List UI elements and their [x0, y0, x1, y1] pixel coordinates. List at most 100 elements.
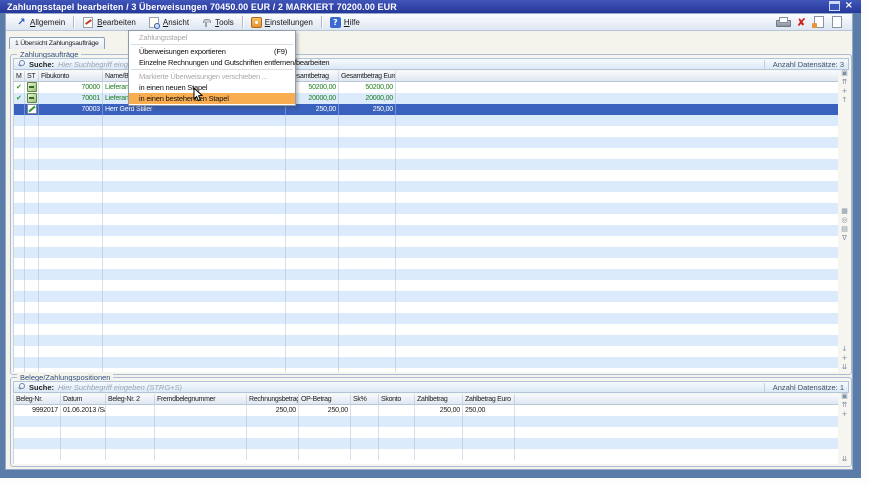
tab-bar: 1 Übersicht Zahlungsaufträge [9, 37, 105, 49]
menu-item-zahlungsstapel: Zahlungsstapel [129, 32, 295, 43]
column-header-fibukonto[interactable]: Fibukonto [39, 71, 103, 82]
table-row-empty[interactable] [14, 181, 838, 192]
menu-separator [131, 69, 293, 70]
grid-view-icon[interactable]: ▦ [841, 207, 848, 216]
new-document-icon[interactable] [832, 16, 842, 28]
table-row-empty[interactable] [14, 449, 838, 460]
table-row-empty[interactable] [14, 148, 838, 159]
table-row-empty[interactable] [14, 247, 838, 258]
positions-groupbox: Belege/Zahlungspositionen Suche: Hier Su… [10, 377, 852, 467]
menu-einstellungen[interactable]: Einstellungen [245, 16, 319, 29]
scroll-down-icon[interactable]: ↓ [842, 345, 848, 354]
search-icon [18, 383, 26, 391]
column-header-rechnungsbetrag[interactable]: Rechnungsbetrag [247, 394, 299, 405]
table-row-empty[interactable] [14, 291, 838, 302]
menu-item-ueberweisungen-exportieren[interactable]: Überweisungen exportieren (F9) [129, 46, 295, 57]
column-header-datum[interactable]: Datum [61, 394, 106, 405]
edit-icon [83, 17, 93, 28]
table-row-empty[interactable] [14, 115, 838, 126]
column-header-gesamtbetrag-euro[interactable]: Gesamtbetrag Euro [339, 71, 396, 82]
insert-row-icon[interactable]: + [842, 87, 848, 96]
table-row-empty[interactable] [14, 214, 838, 225]
tab-uebersicht-zahlungsauftraege[interactable]: 1 Übersicht Zahlungsaufträge [9, 37, 105, 49]
scroll-top-icon[interactable]: ⇈ [842, 78, 848, 87]
column-header-st[interactable]: ST [25, 71, 39, 82]
paste-document-icon[interactable] [814, 16, 824, 28]
table-row-empty[interactable] [14, 258, 838, 269]
payments-table-rows: ✔ 70000 Lieferant Inland 50200,00 50200,… [14, 82, 838, 372]
menu-ansicht[interactable]: Ansicht [142, 16, 195, 29]
table-row-empty[interactable] [14, 225, 838, 236]
column-header-beleg-nr[interactable]: Beleg-Nr. [14, 394, 61, 405]
table-row-empty[interactable] [14, 302, 838, 313]
menu-separator [131, 44, 293, 45]
append-row-icon[interactable]: + [842, 354, 848, 363]
table-row-empty[interactable] [14, 335, 838, 346]
table-row-empty[interactable] [14, 236, 838, 247]
application-window: Zahlungsstapel bearbeiten / 3 Überweisun… [0, 0, 869, 484]
scroll-up-icon[interactable]: ↑ [842, 96, 848, 105]
print-icon[interactable] [776, 17, 789, 27]
marked-check-icon: ✔ [16, 83, 22, 91]
filter-icon[interactable]: ∇ [842, 234, 847, 243]
menu-tools[interactable]: Tools [195, 16, 240, 29]
table-row-empty[interactable] [14, 368, 838, 372]
positions-table: Beleg-Nr. Datum Beleg-Nr. 2 Fremdbelegnu… [13, 394, 838, 464]
table-row-empty[interactable] [14, 427, 838, 438]
transfer-status-icon [27, 82, 37, 92]
table-corner-icon[interactable]: ▣ [841, 392, 848, 401]
menu-allgemein[interactable]: ↗ Allgemein [10, 16, 71, 29]
help-icon: ? [330, 17, 341, 28]
column-header-m[interactable]: M [14, 71, 25, 82]
row-view-icon[interactable]: ▤ [841, 225, 848, 234]
table-row-empty[interactable] [14, 280, 838, 291]
table-row-empty[interactable] [14, 170, 838, 181]
menu-bearbeiten[interactable]: Bearbeiten [76, 16, 142, 29]
column-header-fremdbelegnummer[interactable]: Fremdbelegnummer [155, 394, 247, 405]
table-row[interactable]: 9992017 01.06.2013 /Sa 250,00 250,00 250… [14, 405, 838, 416]
positions-search-input[interactable]: Hier Suchbegriff eingeben (STRG+S) [58, 383, 764, 392]
column-header-sk-prozent[interactable]: Sk% [351, 394, 379, 405]
table-row-empty[interactable] [14, 313, 838, 324]
scroll-bottom-icon[interactable]: ⇊ [842, 455, 848, 464]
view-icon [149, 17, 159, 28]
settings-icon [251, 17, 262, 28]
table-row-empty[interactable] [14, 203, 838, 214]
column-header-zahlbetrag[interactable]: Zahlbetrag [415, 394, 463, 405]
toolbar-separator [321, 16, 322, 28]
delete-icon[interactable]: ✘ [797, 17, 806, 28]
table-row-empty[interactable] [14, 269, 838, 280]
table-row-empty[interactable] [14, 324, 838, 335]
column-header-skonto[interactable]: Skonto [379, 394, 415, 405]
table-row-empty[interactable] [14, 159, 838, 170]
transfer-status-icon [27, 93, 37, 103]
toolbar-separator [242, 16, 243, 28]
insert-row-icon[interactable]: + [842, 410, 848, 419]
table-search-icon[interactable]: ◎ [841, 216, 847, 225]
menu-hilfe[interactable]: ? Hilfe [324, 16, 366, 29]
toolbar-separator [73, 16, 74, 28]
menu-item-neuer-stapel[interactable]: in einen neuen Stapel [129, 82, 295, 93]
table-corner-icon[interactable]: ▣ [841, 69, 848, 78]
table-row-empty[interactable] [14, 126, 838, 137]
table-row-empty[interactable] [14, 357, 838, 368]
close-window-icon[interactable]: × [845, 1, 853, 11]
restore-window-icon[interactable] [829, 1, 840, 11]
menu-item-bestehender-stapel[interactable]: in einen bestehenden Stapel [129, 93, 295, 104]
positions-side-toolbar: ▣ ⇈ + ⇊ [839, 392, 850, 464]
table-row-empty[interactable] [14, 192, 838, 203]
scroll-bottom-icon[interactable]: ⇊ [842, 363, 848, 372]
table-row-empty[interactable] [14, 346, 838, 357]
column-header-filler [515, 394, 838, 405]
menu-item-markierte-verschieben: Markierte Überweisungen verschieben ... [129, 71, 295, 82]
table-row-empty[interactable] [14, 438, 838, 449]
table-row-empty[interactable] [14, 137, 838, 148]
jump-arrow-icon: ↗ [16, 17, 27, 28]
table-row-empty[interactable] [14, 416, 838, 427]
positions-search-bar: Suche: Hier Suchbegriff eingeben (STRG+S… [13, 381, 849, 393]
menu-item-einzelne-rechnungen[interactable]: Einzelne Rechnungen und Gutschriften ent… [129, 57, 295, 68]
scroll-top-icon[interactable]: ⇈ [842, 401, 848, 410]
column-header-op-betrag[interactable]: OP-Betrag [299, 394, 351, 405]
column-header-zahlbetrag-euro[interactable]: Zahlbetrag Euro [463, 394, 515, 405]
column-header-beleg-nr-2[interactable]: Beleg-Nr. 2 [106, 394, 155, 405]
